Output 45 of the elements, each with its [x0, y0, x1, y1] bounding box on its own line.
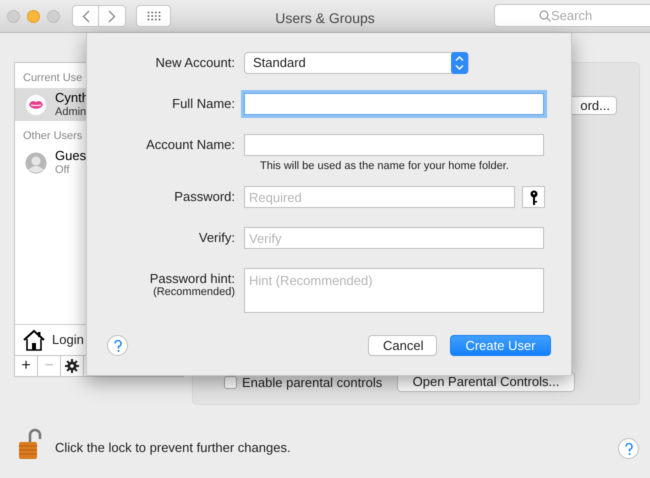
checkbox-label: Enable parental controls: [242, 374, 382, 392]
account-type-dropdown[interactable]: Standard: [244, 52, 469, 74]
field-label: Password:: [174, 188, 235, 206]
password-assistant-button[interactable]: [522, 186, 545, 208]
hint-field[interactable]: Hint (Recommended): [244, 268, 544, 313]
field-hint: This will be used as the name for your home folder.: [259, 160, 510, 173]
text-field[interactable]: Verify: [244, 227, 544, 249]
show-all-button[interactable]: [136, 5, 171, 27]
help-button[interactable]: [618, 438, 639, 459]
back-button[interactable]: [72, 5, 99, 27]
field-label: Full Name:: [172, 95, 235, 113]
add-button[interactable]: +: [15, 356, 38, 376]
cancel-button[interactable]: Cancel: [368, 335, 437, 356]
chevron-left-icon: [82, 10, 90, 22]
user-role: Off: [55, 162, 70, 176]
lips-avatar-icon: [25, 94, 47, 116]
chevron-right-icon: [108, 10, 116, 22]
forward-button[interactable]: [99, 5, 126, 27]
field-label: Password hint:: [150, 270, 235, 287]
window-title: Users & Groups: [274, 9, 376, 28]
key-icon: [530, 190, 538, 204]
user-name: Gues: [55, 148, 86, 162]
user-role: Admin: [55, 105, 88, 118]
section-header: Current Use: [22, 71, 84, 86]
search-icon: [539, 10, 551, 22]
text-field[interactable]: [244, 134, 544, 156]
text-field[interactable]: [244, 93, 544, 115]
help-button[interactable]: [107, 335, 128, 356]
lock-message: Click the lock to prevent further changes.: [55, 439, 291, 458]
field-sublabel: (Recommended): [153, 286, 235, 298]
user-avatar-icon: [25, 152, 47, 174]
question-mark-icon: [624, 442, 632, 454]
search-field[interactable]: Search: [494, 4, 650, 27]
field-label: New Account:: [156, 54, 235, 72]
question-mark-icon: [114, 340, 122, 352]
field-label: Account Name:: [146, 136, 235, 154]
minimize-window-button[interactable]: [27, 10, 40, 22]
field-label: Verify:: [198, 229, 235, 247]
gear-icon: [65, 359, 79, 373]
checkbox[interactable]: [224, 376, 237, 390]
password-field[interactable]: Required: [244, 186, 515, 208]
unlocked-padlock-icon: [18, 428, 42, 460]
grid-icon: [146, 11, 160, 21]
stepper-arrows-icon: [451, 52, 468, 74]
house-icon: [23, 329, 45, 351]
